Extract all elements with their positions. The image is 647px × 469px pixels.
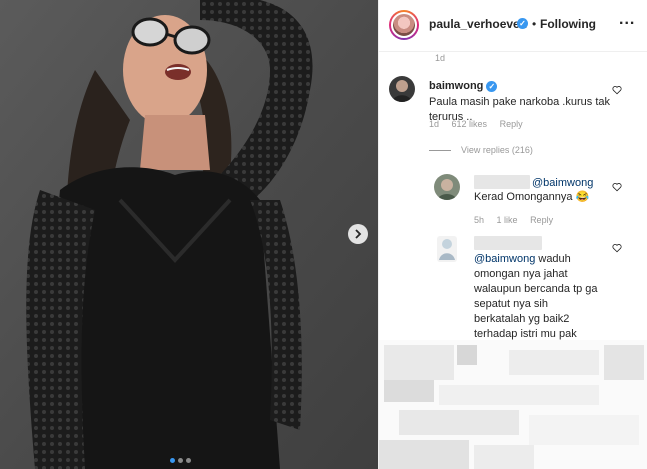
reply-text: Kerad Omongannya 😂 bbox=[474, 191, 590, 203]
reply-text-line: waduh bbox=[538, 253, 571, 265]
comment-likes[interactable]: 612 likes bbox=[452, 119, 488, 129]
redacted-username bbox=[474, 175, 530, 189]
author-avatar[interactable] bbox=[389, 10, 419, 40]
heart-icon[interactable] bbox=[612, 243, 622, 253]
reply-mention[interactable]: @baimwong bbox=[532, 177, 593, 189]
view-replies-button[interactable]: View replies (216) bbox=[429, 145, 533, 155]
comments-panel: paula_verhoeven ✓ • Following ... 1d bai… bbox=[378, 0, 647, 469]
carousel-dot bbox=[170, 458, 175, 463]
post-photo[interactable] bbox=[0, 0, 378, 469]
reply-avatar[interactable] bbox=[434, 174, 460, 200]
reply-text-line: omongan nya jahat bbox=[474, 268, 568, 280]
reply-likes[interactable]: 1 like bbox=[497, 215, 518, 225]
commenter-avatar[interactable] bbox=[389, 76, 415, 102]
view-replies-line bbox=[429, 149, 451, 151]
carousel-dot bbox=[178, 458, 183, 463]
reply-text-line: berkatalah yg baik2 bbox=[474, 313, 570, 325]
previous-comment-age: 1d bbox=[435, 53, 446, 63]
header-separator: • bbox=[532, 17, 537, 31]
carousel-indicator bbox=[170, 458, 191, 463]
verified-badge-icon: ✓ bbox=[517, 18, 528, 29]
comment-meta: 1d 612 likes Reply bbox=[429, 119, 533, 129]
view-replies-label: View replies (216) bbox=[461, 145, 533, 155]
more-options-icon[interactable]: ... bbox=[619, 11, 635, 29]
comment-age: 1d bbox=[429, 119, 440, 129]
reply-avatar[interactable] bbox=[437, 236, 457, 262]
comment: baimwong ✓ bbox=[429, 80, 629, 92]
heart-icon[interactable] bbox=[612, 85, 622, 95]
reply-text-block: @baimwong waduh omongan nya jahat walaup… bbox=[474, 252, 614, 342]
redacted-username bbox=[474, 236, 542, 250]
following-button[interactable]: Following bbox=[540, 17, 596, 31]
reply-text-line: walaupun bercanda tp ga bbox=[474, 283, 598, 295]
verified-badge-icon: ✓ bbox=[486, 80, 498, 92]
reply-text-line: sepatut nya sih bbox=[474, 298, 548, 310]
reply-button[interactable]: Reply bbox=[530, 215, 553, 225]
reply-button[interactable]: Reply bbox=[500, 119, 523, 129]
pixelated-region bbox=[379, 340, 647, 469]
chevron-right-icon bbox=[355, 229, 362, 239]
post-header: paula_verhoeven ✓ • Following ... bbox=[379, 0, 647, 52]
reply-age: 5h bbox=[474, 215, 485, 225]
reply-text-line: terhadap istri mu pak bbox=[474, 328, 577, 340]
reply-mention[interactable]: @baimwong bbox=[474, 253, 535, 265]
carousel-dot bbox=[186, 458, 191, 463]
reply-meta: 5h 1 like Reply bbox=[474, 215, 563, 225]
post-photo-image bbox=[0, 0, 378, 469]
heart-icon[interactable] bbox=[612, 182, 622, 192]
author-handle[interactable]: paula_verhoeven bbox=[429, 17, 527, 31]
comment-username[interactable]: baimwong bbox=[429, 80, 483, 92]
next-photo-button[interactable] bbox=[348, 224, 368, 244]
